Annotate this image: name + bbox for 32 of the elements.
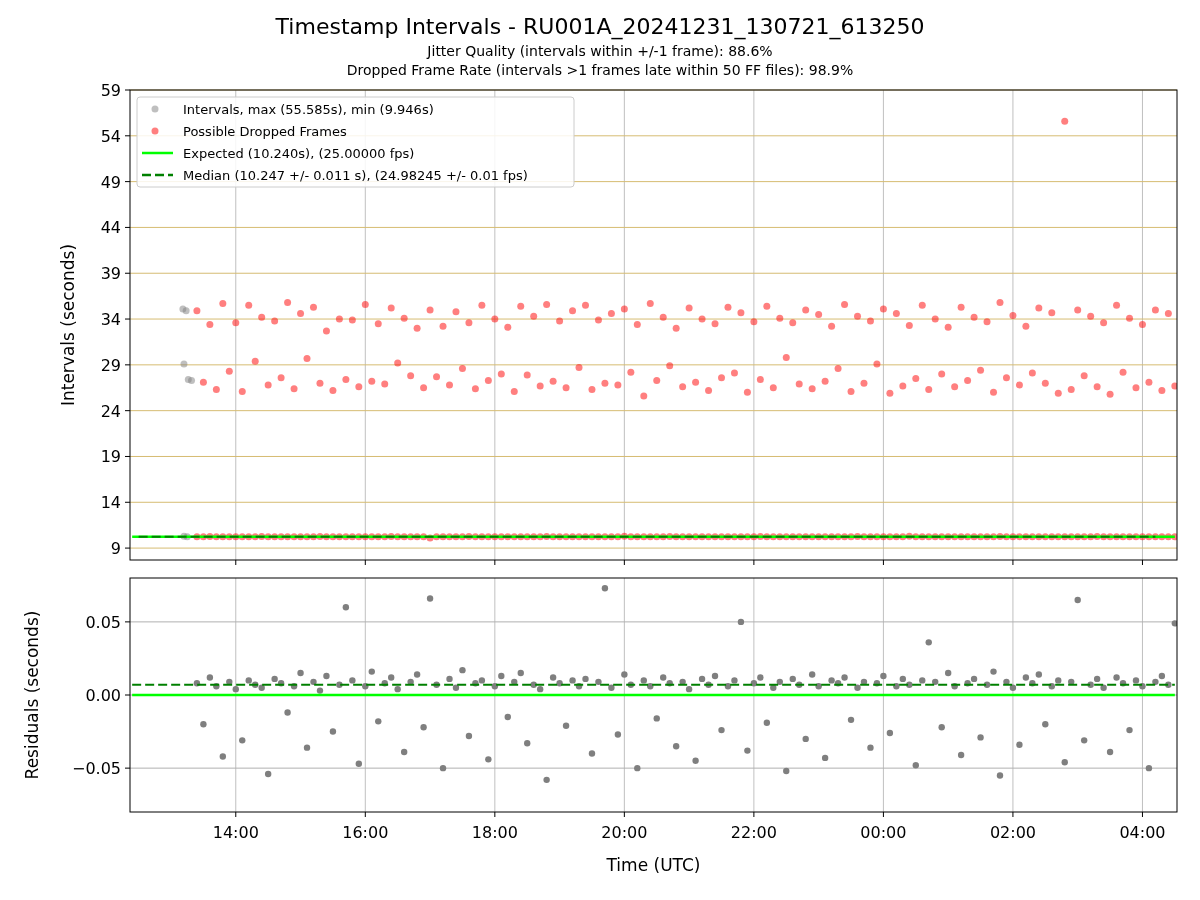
axis-title: Time (UTC) [606, 855, 701, 875]
tick-label: 29 [100, 355, 121, 375]
legend-label: Intervals, max (55.585s), min (9.946s) [183, 102, 434, 117]
axis-title: Intervals (seconds) [58, 243, 78, 407]
tick-label: 19 [100, 447, 121, 467]
tick-label: −0.05 [71, 759, 121, 779]
tick-label: 20:00 [601, 823, 648, 842]
tick-label: 00:00 [860, 823, 907, 842]
legend-label: Possible Dropped Frames [183, 124, 347, 139]
tick-label: 18:00 [471, 823, 518, 842]
tick-label: 14:00 [212, 823, 259, 842]
tick-label: 16:00 [342, 823, 389, 842]
tick-label: 14 [100, 493, 121, 513]
chart-subtitle: Jitter Quality (intervals within +/-1 frame): 88.6% [427, 42, 773, 61]
axis-title: Residuals (seconds) [22, 610, 42, 780]
tick-label: 49 [100, 172, 121, 192]
tick-label: 04:00 [1119, 823, 1166, 842]
tick-label: 54 [100, 126, 121, 146]
tick-label: 39 [100, 264, 121, 284]
tick-label: 22:00 [730, 823, 777, 842]
tick-label: 59 [100, 81, 121, 100]
chart-title: Timestamp Intervals - RU001A_20241231_130721_613250 [275, 13, 925, 42]
tick-label: 0.00 [85, 686, 121, 705]
legend-label: Median (10.247 +/- 0.011 s), (24.98245 +/- 0.01 fps) [183, 168, 528, 183]
tick-label: 44 [100, 218, 121, 238]
tick-label: 34 [100, 310, 121, 330]
tick-label: 02:00 [989, 823, 1036, 842]
tick-label: 24 [100, 401, 121, 421]
legend-label: Expected (10.240s), (25.00000 fps) [183, 146, 415, 161]
chart-subtitle: Dropped Frame Rate (intervals >1 frames late within 50 FF files): 98.9% [346, 61, 854, 80]
tick-label: 9 [110, 539, 121, 559]
tick-label: 0.05 [85, 612, 121, 632]
